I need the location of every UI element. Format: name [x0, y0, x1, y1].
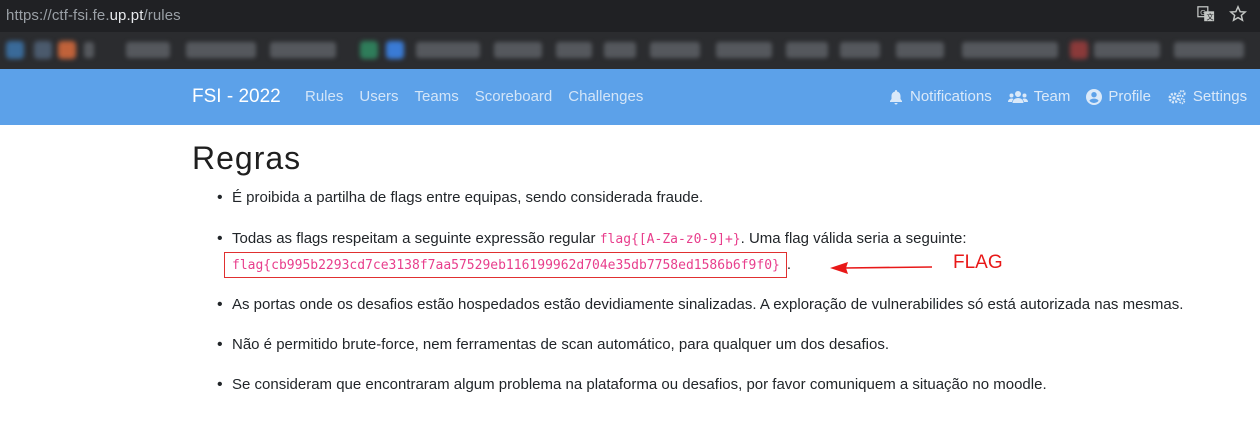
bookmark-icon[interactable] [386, 41, 404, 59]
bookmark-item[interactable] [896, 42, 944, 58]
bookmark-item[interactable] [716, 42, 772, 58]
url-host: up.pt [109, 7, 144, 24]
user-circle-icon [1086, 88, 1103, 105]
star-icon[interactable] [1228, 5, 1248, 25]
url-text[interactable]: https://ctf-fsi.fe.up.pt/rules [6, 7, 181, 24]
rule-text: Se consideram que encontraram algum prob… [232, 376, 1047, 393]
nav-links: Rules Users Teams Scoreboard Challenges [305, 88, 643, 105]
nav-settings-label: Settings [1192, 88, 1248, 105]
nav-right: Notifications Team Profile Settings [888, 88, 1247, 105]
site-navbar: FSI - 2022 Rules Users Teams Scoreboard … [0, 69, 1260, 125]
nav-rules[interactable]: Rules [305, 88, 343, 105]
bookmarks-bar [0, 32, 1260, 69]
page-title: Regras [192, 140, 302, 176]
browser-address-bar[interactable]: https://ctf-fsi.fe.up.pt/rules G文 [0, 0, 1260, 32]
nav-team[interactable]: Team [1007, 88, 1071, 105]
bookmark-item[interactable] [1174, 42, 1244, 58]
nav-notifications-label: Notifications [910, 88, 992, 105]
rule-text: . Uma flag válida seria a seguinte: [740, 230, 967, 247]
bell-icon [890, 89, 902, 104]
bookmark-item[interactable] [416, 42, 480, 58]
bookmark-icon[interactable] [58, 41, 76, 59]
url-path: /rules [143, 7, 181, 24]
bookmark-item[interactable] [650, 42, 700, 58]
users-icon [1007, 90, 1028, 103]
bookmark-icon[interactable] [34, 41, 52, 59]
rule-text: . [786, 256, 792, 273]
cogs-icon [1168, 89, 1186, 104]
nav-settings[interactable]: Settings [1167, 88, 1247, 105]
regex-code: flag{[A-Za-z0-9]+} [599, 232, 741, 247]
svg-text:文: 文 [1206, 12, 1213, 21]
bookmark-item[interactable] [840, 42, 880, 58]
nav-challenges[interactable]: Challenges [568, 88, 643, 105]
flag-code: flag{cb995b2293cd7ce3138f7aa57529eb11619… [232, 258, 780, 273]
bookmark-item[interactable] [556, 42, 592, 58]
nav-scoreboard[interactable]: Scoreboard [475, 88, 553, 105]
list-item: É proibida a partilha de flags entre equ… [192, 189, 704, 207]
url-prefix: https://ctf-fsi.fe. [6, 7, 110, 24]
rule-text: As portas onde os desafios estão hospeda… [232, 296, 1184, 313]
bookmark-item[interactable] [186, 42, 256, 58]
flag-highlight-box: flag{cb995b2293cd7ce3138f7aa57529eb11619… [224, 252, 787, 278]
brand-link[interactable]: FSI - 2022 [192, 86, 281, 108]
annotation-arrow-icon [830, 262, 933, 274]
list-item: Não é permitido brute-force, nem ferrame… [192, 336, 890, 354]
list-item: Todas as flags respeitam a seguinte expr… [192, 230, 1232, 278]
bookmark-item[interactable] [786, 42, 828, 58]
nav-users[interactable]: Users [359, 88, 398, 105]
bookmark-item[interactable] [84, 42, 94, 58]
bookmark-item[interactable] [1094, 42, 1160, 58]
nav-team-label: Team [1033, 88, 1071, 105]
bookmark-icon[interactable] [6, 41, 24, 59]
bookmark-item[interactable] [126, 42, 170, 58]
rule-text: Não é permitido brute-force, nem ferrame… [232, 336, 890, 353]
nav-profile-label: Profile [1108, 88, 1151, 105]
rule-text: Todas as flags respeitam a seguinte expr… [232, 230, 600, 247]
annotation-label: FLAG [953, 252, 1003, 273]
nav-teams[interactable]: Teams [415, 88, 459, 105]
bookmark-item[interactable] [962, 42, 1058, 58]
list-item: Se consideram que encontraram algum prob… [192, 376, 1047, 394]
list-item: As portas onde os desafios estão hospeda… [192, 296, 1184, 314]
nav-notifications[interactable]: Notifications [888, 88, 992, 105]
translate-icon[interactable]: G文 [1196, 5, 1216, 25]
rule-text: É proibida a partilha de flags entre equ… [232, 189, 704, 206]
nav-profile[interactable]: Profile [1086, 88, 1151, 105]
bookmark-item[interactable] [494, 42, 542, 58]
bookmark-item[interactable] [270, 42, 336, 58]
bookmark-item[interactable] [604, 42, 636, 58]
bookmark-icon[interactable] [360, 41, 378, 59]
bookmark-icon[interactable] [1070, 41, 1088, 59]
